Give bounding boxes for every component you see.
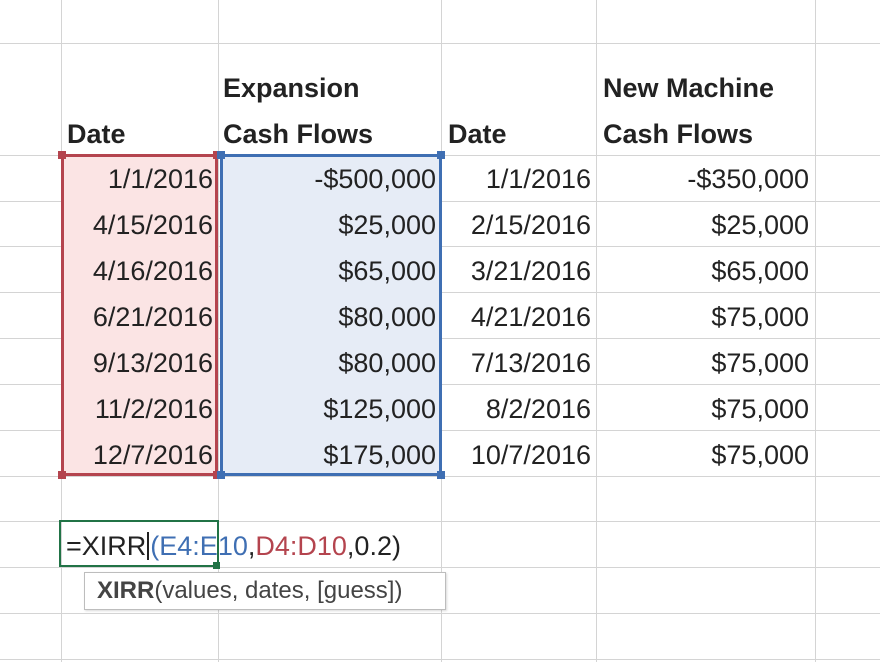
fill-handle[interactable] [213,562,220,569]
date-cell[interactable]: 3/21/2016 [471,255,591,287]
formula-values-reference: E4:E10 [159,531,248,561]
values-range-resize-handle[interactable] [437,471,445,479]
formula-dates-reference: D4:D10 [255,531,347,561]
gridline-horizontal [0,567,880,568]
machine-cash-flow-cell[interactable]: $75,000 [711,347,809,379]
formula-editor[interactable]: =XIRR (E4:E10,D4:D10,0.2) [66,530,401,562]
function-tooltip[interactable]: XIRR(values, dates, [guess]) [84,572,446,610]
machine-cash-flow-cell[interactable]: $75,000 [711,393,809,425]
dates-range-resize-handle[interactable] [58,471,66,479]
tooltip-text: XIRR(values, dates, [guess]) [97,576,402,606]
header-date-right[interactable]: Date [448,118,507,150]
values-range-border [220,154,442,476]
date-cell[interactable]: 8/2/2016 [486,393,591,425]
dates-range-resize-handle[interactable] [58,151,66,159]
gridline-horizontal [0,43,880,44]
machine-cash-flow-cell[interactable]: -$350,000 [687,163,809,195]
date-cell[interactable]: 1/1/2016 [486,163,591,195]
values-range-resize-handle[interactable] [217,471,225,479]
dates-range-border [61,154,218,476]
values-range-resize-handle[interactable] [437,151,445,159]
text-cursor [147,532,150,560]
formula-function: =XIRR [66,531,147,561]
gridline-horizontal [0,659,880,660]
date-cell[interactable]: 10/7/2016 [471,439,591,471]
gridline-vertical [815,0,816,662]
values-range-resize-handle[interactable] [217,151,225,159]
machine-cash-flow-cell[interactable]: $75,000 [711,301,809,333]
tooltip-function-name[interactable]: XIRR [97,577,154,604]
gridline-vertical [596,0,597,662]
header-expansion-line1[interactable]: Expansion [223,72,360,104]
date-cell[interactable]: 7/13/2016 [471,347,591,379]
machine-cash-flow-cell[interactable]: $25,000 [711,209,809,241]
header-machine-line2[interactable]: Cash Flows [603,118,753,150]
date-cell[interactable]: 4/21/2016 [471,301,591,333]
machine-cash-flow-cell[interactable]: $75,000 [711,439,809,471]
gridline-horizontal [0,613,880,614]
formula-open-paren: ( [150,531,160,561]
machine-cash-flow-cell[interactable]: $65,000 [711,255,809,287]
formula-guess-argument: ,0.2) [346,531,401,561]
tooltip-arguments: (values, dates, [guess]) [154,577,403,604]
header-machine-line1[interactable]: New Machine [603,72,774,104]
date-cell[interactable]: 2/15/2016 [471,209,591,241]
header-expansion-line2[interactable]: Cash Flows [223,118,373,150]
spreadsheet-grid[interactable]: Date Expansion Cash Flows Date New Machi… [0,0,880,662]
header-date-left[interactable]: Date [67,118,126,150]
